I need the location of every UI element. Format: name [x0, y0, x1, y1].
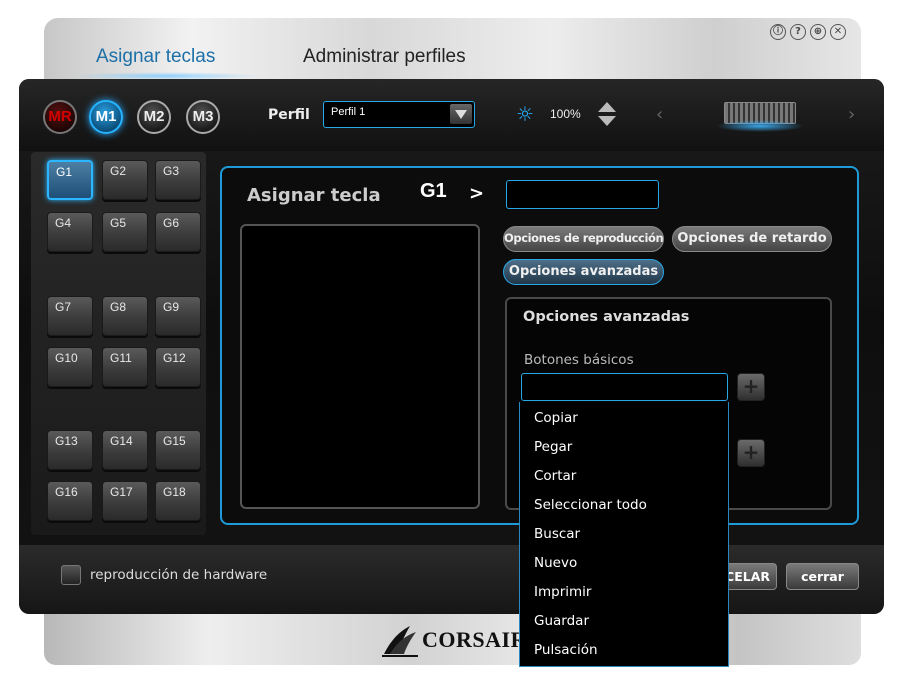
hardware-playback-label: reproducción de hardware [90, 567, 268, 583]
dropdown-option[interactable]: Buscar [534, 526, 580, 542]
gkey-g1[interactable]: G1 [47, 160, 93, 200]
dropdown-option[interactable]: Nuevo [534, 555, 577, 571]
gkey-panel [31, 152, 206, 535]
brightness-stepper[interactable] [597, 102, 617, 128]
mode-m2-button[interactable]: M2 [137, 100, 171, 134]
dropdown-option[interactable]: Pulsación [534, 642, 598, 658]
gkey-g6[interactable]: G6 [155, 212, 201, 252]
chevron-down-icon[interactable] [450, 104, 472, 124]
dropdown-option[interactable]: Seleccionar todo [534, 497, 647, 513]
basic-buttons-dropdown: Copiar Pegar Cortar Seleccionar todo Buscar N… [519, 402, 729, 667]
macro-record-button[interactable]: MR [43, 100, 77, 134]
preview-box [240, 224, 480, 509]
dropdown-option[interactable]: Copiar [534, 410, 578, 426]
gkey-g3[interactable]: G3 [155, 160, 201, 200]
gkey-g8[interactable]: G8 [102, 296, 148, 336]
gkey-g16[interactable]: G16 [47, 481, 93, 521]
profile-label: Perfil [268, 107, 310, 123]
gkey-g13[interactable]: G13 [47, 430, 93, 470]
advanced-options-title: Opciones avanzadas [523, 309, 690, 325]
gkey-g10[interactable]: G10 [47, 347, 93, 387]
gkey-g14[interactable]: G14 [102, 430, 148, 470]
mode-m1-button[interactable]: M1 [89, 100, 123, 134]
gkey-g11[interactable]: G11 [102, 347, 148, 387]
arrow-up-icon[interactable] [598, 102, 616, 112]
advanced-options-button[interactable]: Opciones avanzadas [503, 259, 664, 285]
tab-manage-profiles[interactable]: Administrar perfiles [303, 46, 466, 68]
profile-value: Perfil 1 [331, 106, 366, 118]
dropdown-option[interactable]: Guardar [534, 613, 589, 629]
gkey-g7[interactable]: G7 [47, 296, 93, 336]
corsair-logo: CORSAIR [380, 620, 527, 660]
corsair-logo-text: CORSAIR [422, 627, 527, 652]
dropdown-option[interactable]: Imprimir [534, 584, 591, 600]
next-device-icon[interactable]: › [848, 104, 855, 125]
add-basic-button[interactable]: + [737, 373, 765, 401]
dropdown-option[interactable]: Pegar [534, 439, 572, 455]
gkey-g5[interactable]: G5 [102, 212, 148, 252]
hardware-playback-checkbox[interactable] [61, 565, 81, 585]
gkey-g17[interactable]: G17 [102, 481, 148, 521]
tab-assign-keys[interactable]: Asignar teclas [96, 46, 215, 68]
add-second-button[interactable]: + [737, 439, 765, 467]
gkey-g4[interactable]: G4 [47, 212, 93, 252]
brightness-value: 100% [550, 107, 581, 121]
gkey-g18[interactable]: G18 [155, 481, 201, 521]
info-icon[interactable]: ⓘ [770, 24, 786, 40]
gkey-g2[interactable]: G2 [102, 160, 148, 200]
previous-device-icon[interactable]: ‹ [656, 104, 663, 125]
window-controls: ⓘ ? ⊕ ✕ [770, 24, 846, 40]
assignment-name-input[interactable] [506, 180, 659, 209]
globe-icon[interactable]: ⊕ [810, 24, 826, 40]
mode-m3-button[interactable]: M3 [186, 100, 220, 134]
corsair-sails-icon [382, 626, 418, 657]
delay-options-button[interactable]: Opciones de retardo [672, 226, 832, 252]
cancel-button[interactable]: CELAR [722, 563, 777, 590]
playback-options-button[interactable]: Opciones de reproducción [503, 226, 664, 252]
close-icon[interactable]: ✕ [830, 24, 846, 40]
gkey-g12[interactable]: G12 [155, 347, 201, 387]
help-icon[interactable]: ? [790, 24, 806, 40]
assigned-key-label: G1 [420, 180, 447, 202]
gkey-g15[interactable]: G15 [155, 430, 201, 470]
chevron-right-icon: > [469, 183, 485, 204]
close-button[interactable]: cerrar [786, 563, 859, 590]
gkey-g9[interactable]: G9 [155, 296, 201, 336]
keyboard-glow [716, 120, 804, 132]
profile-select[interactable]: Perfil 1 [323, 101, 475, 128]
arrow-down-icon[interactable] [598, 116, 616, 126]
basic-buttons-label: Botones básicos [524, 352, 634, 368]
basic-buttons-select[interactable] [521, 373, 728, 401]
assign-title: Asignar tecla [247, 185, 381, 206]
dropdown-option[interactable]: Cortar [534, 468, 576, 484]
brightness-icon: ☼ [516, 102, 534, 126]
